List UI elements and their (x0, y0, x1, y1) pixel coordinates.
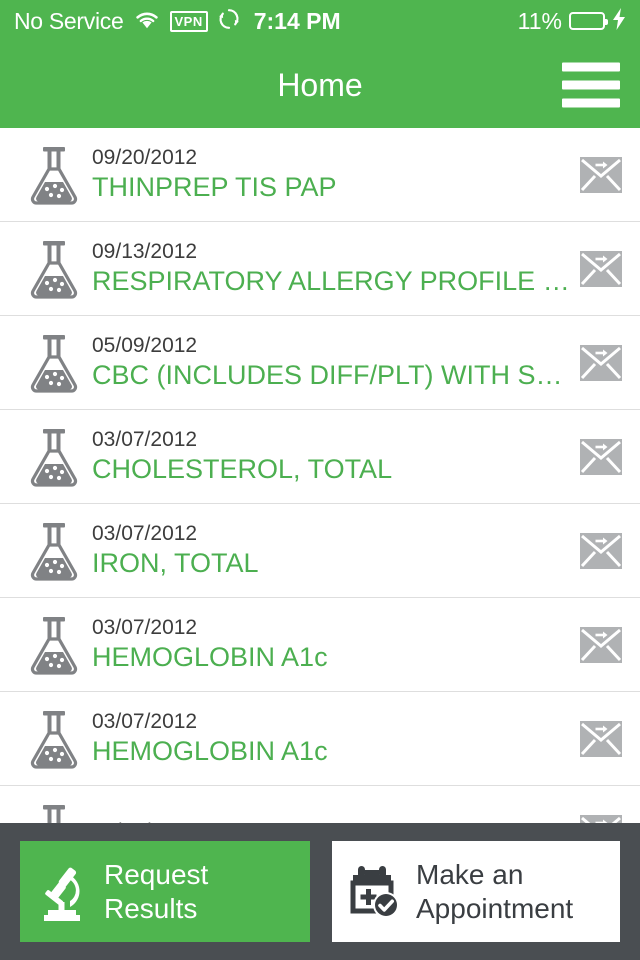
flask-icon (28, 615, 80, 675)
menu-bar-3 (562, 98, 620, 108)
request-results-button[interactable]: Request Results (20, 841, 310, 942)
result-date: 03/07/2012 (92, 710, 198, 734)
wifi-icon (134, 9, 160, 34)
envelope-forward-icon[interactable] (580, 250, 622, 287)
bottom-action-bar: Request Results Make an Appointment (0, 823, 640, 960)
navigation-bar: Home (0, 42, 640, 128)
envelope-forward-icon[interactable] (580, 156, 622, 193)
result-date: 03/07/2012 (92, 428, 198, 452)
flask-icon (28, 145, 80, 205)
table-row[interactable]: 09/13/2012 RESPIRATORY ALLERGY PROFILE R.… (0, 222, 640, 316)
result-row-text: 05/09/2012 CBC (INCLUDES DIFF/PLT) WITH S… (92, 333, 580, 392)
make-appointment-label: Make an Appointment (416, 858, 573, 924)
battery-icon (569, 12, 608, 30)
battery-percent-label: 11% (517, 7, 562, 34)
result-test-name: IRON, TOTAL (92, 548, 259, 579)
status-bar: No Service VPN 7:14 PM 11% (0, 0, 640, 42)
result-date: 03/07/2012 (92, 522, 198, 546)
flask-icon (28, 333, 80, 393)
result-date: 09/13/2012 (92, 240, 198, 264)
lightning-bolt-icon (612, 7, 626, 35)
request-results-line2: Results (104, 892, 198, 924)
envelope-forward-icon[interactable] (580, 344, 622, 381)
hamburger-menu-icon[interactable] (562, 62, 620, 108)
envelope-forward-icon[interactable] (580, 720, 622, 757)
result-row-text: 03/07/2012 HEMOGLOBIN A1c (92, 615, 580, 674)
result-date: 09/20/2012 (92, 146, 198, 170)
status-bar-left: No Service VPN 7:14 PM (14, 7, 518, 36)
microscope-icon (34, 862, 90, 922)
flask-icon (28, 427, 80, 487)
page-title: Home (277, 66, 363, 103)
clock-label: 7:14 PM (253, 7, 341, 34)
make-appointment-button[interactable]: Make an Appointment (332, 841, 620, 942)
sync-icon (218, 7, 240, 36)
flask-icon (28, 239, 80, 299)
result-date: 05/09/2012 (92, 334, 198, 358)
table-row[interactable]: 03/07/2012 HEMOGLOBIN A1c (0, 692, 640, 786)
request-results-line1: Request (104, 859, 209, 891)
table-row[interactable]: 03/07/2012 CHOLESTEROL, TOTAL (0, 410, 640, 504)
vpn-indicator: VPN (169, 10, 208, 32)
table-row[interactable]: 05/09/2012 CBC (INCLUDES DIFF/PLT) WITH S… (0, 316, 640, 410)
menu-bar-2 (562, 80, 620, 90)
result-row-text: 09/13/2012 RESPIRATORY ALLERGY PROFILE R.… (92, 239, 580, 298)
table-row[interactable]: 09/20/2012 THINPREP TIS PAP (0, 128, 640, 222)
result-test-name: RESPIRATORY ALLERGY PROFILE R... (92, 266, 580, 297)
table-row[interactable]: 03/07/2012 IRON, TOTAL (0, 504, 640, 598)
result-row-text: 03/07/2012 HEMOGLOBIN A1c (92, 709, 580, 768)
request-results-label: Request Results (104, 858, 208, 924)
flask-icon (28, 521, 80, 581)
result-date: 03/07/2012 (92, 616, 198, 640)
envelope-forward-icon[interactable] (580, 438, 622, 475)
flask-icon (28, 709, 80, 769)
result-row-text: 03/07/2012 IRON, TOTAL (92, 521, 580, 580)
status-bar-right: 11% (517, 7, 626, 35)
result-row-text: 09/20/2012 THINPREP TIS PAP (92, 145, 580, 204)
menu-bar-1 (562, 62, 620, 72)
result-test-name: HEMOGLOBIN A1c (92, 736, 328, 767)
carrier-label: No Service (14, 7, 124, 34)
envelope-forward-icon[interactable] (580, 532, 622, 569)
envelope-forward-icon[interactable] (580, 626, 622, 663)
result-test-name: CBC (INCLUDES DIFF/PLT) WITH SM... (92, 360, 580, 391)
calendar-check-icon (346, 862, 402, 922)
table-row[interactable]: 03/07/2012 HEMOGLOBIN A1c (0, 598, 640, 692)
result-test-name: THINPREP TIS PAP (92, 172, 337, 203)
result-row-text: 03/07/2012 CHOLESTEROL, TOTAL (92, 427, 580, 486)
result-test-name: HEMOGLOBIN A1c (92, 642, 328, 673)
result-test-name: CHOLESTEROL, TOTAL (92, 454, 393, 485)
make-appointment-line2: Appointment (416, 892, 574, 924)
make-appointment-line1: Make an (416, 859, 524, 891)
